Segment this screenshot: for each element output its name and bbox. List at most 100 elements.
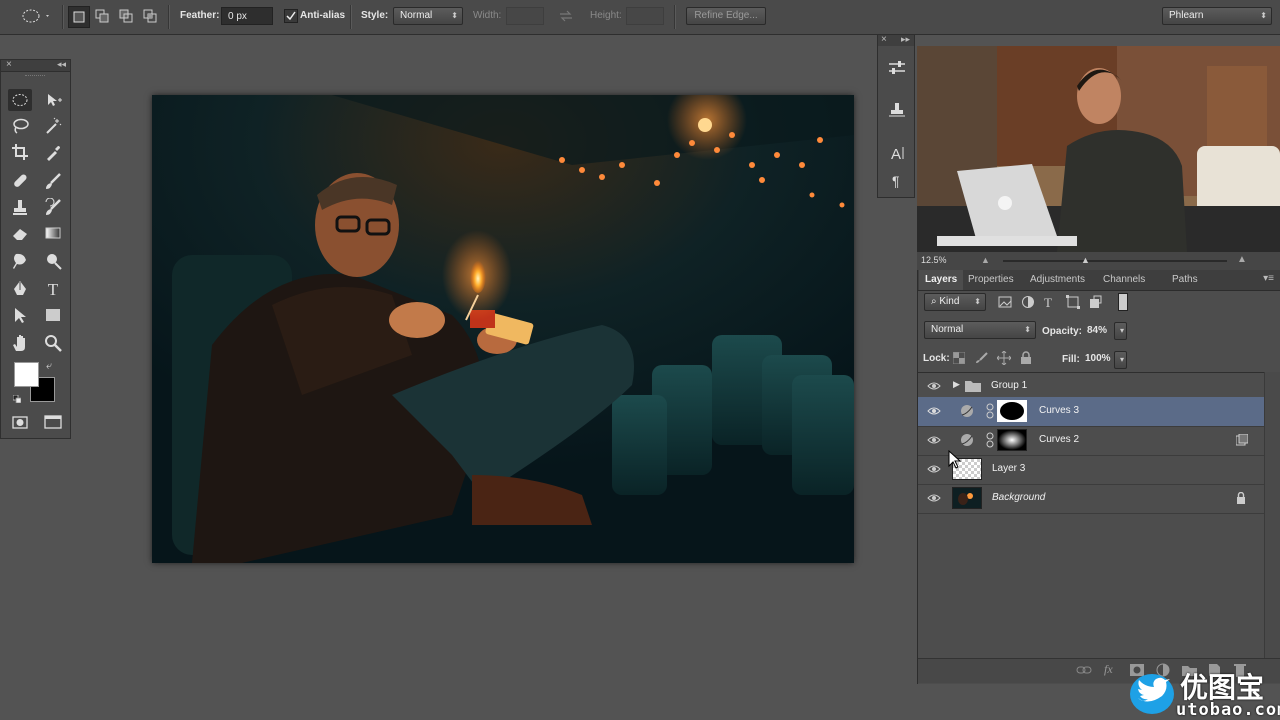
clone-source-panel-button[interactable] (886, 99, 908, 121)
zoom-tool[interactable] (41, 332, 65, 354)
hand-tool[interactable] (8, 332, 32, 354)
antialias-checkbox[interactable] (284, 9, 298, 23)
layer-name[interactable]: Group 1 (991, 380, 1027, 391)
disclosure-triangle-icon[interactable]: ▶ (953, 379, 960, 390)
type-tool[interactable]: T (41, 278, 65, 300)
zoom-level[interactable]: 12.5% (921, 255, 947, 265)
layer-row-curves-2[interactable]: Curves 2 (918, 426, 1264, 456)
visibility-eye-icon[interactable] (927, 492, 941, 504)
layer-thumbnail[interactable] (952, 487, 982, 509)
filter-toggle[interactable] (1118, 293, 1128, 311)
feather-input[interactable]: 0 px (221, 7, 273, 25)
eraser-tool[interactable] (8, 222, 32, 244)
tab-paths[interactable]: Paths (1166, 270, 1204, 290)
zoom-slider[interactable] (1003, 260, 1227, 262)
chain-link-icon[interactable] (986, 403, 994, 419)
collapse-icon[interactable]: ◂◂ (57, 59, 66, 70)
visibility-eye-icon[interactable] (927, 380, 941, 392)
character-panel-button[interactable]: A (886, 142, 908, 164)
layer-name[interactable]: Curves 3 (1039, 405, 1079, 416)
layer-row-background[interactable]: Background (918, 484, 1264, 514)
filter-type-icon[interactable]: T (1044, 295, 1052, 311)
lock-transparent-icon[interactable] (952, 351, 966, 365)
screen-mode-button[interactable] (41, 411, 65, 433)
document-canvas[interactable] (152, 95, 854, 563)
swap-colors-icon[interactable]: ⤶ (46, 360, 52, 373)
swap-dimensions-button[interactable] (556, 6, 576, 26)
style-select[interactable]: Normal ⬍ (393, 7, 463, 25)
tab-layers[interactable]: Layers (919, 270, 964, 290)
close-icon[interactable]: × (6, 59, 12, 70)
paragraph-panel-button[interactable]: ¶ (886, 170, 908, 192)
visibility-eye-icon[interactable] (927, 463, 941, 475)
intersect-selection-button[interactable] (140, 6, 160, 26)
clone-stamp-tool[interactable] (8, 196, 32, 218)
quick-mask-button[interactable] (8, 411, 32, 433)
lock-position-icon[interactable] (996, 350, 1012, 366)
visibility-eye-icon[interactable] (927, 434, 941, 446)
refine-edge-button[interactable]: Refine Edge... (686, 7, 766, 25)
magic-wand-tool[interactable] (41, 115, 65, 137)
height-input[interactable] (626, 7, 664, 25)
default-colors-icon[interactable] (12, 394, 22, 404)
opacity-slider-toggle[interactable]: ▾ (1114, 322, 1127, 340)
tools-panel-header[interactable]: × ◂◂ (1, 59, 70, 72)
fill-slider-toggle[interactable]: ▾ (1114, 351, 1127, 369)
rectangle-tool[interactable] (41, 304, 65, 326)
fx-icon[interactable]: fx (1104, 662, 1113, 677)
zoom-slider-handle[interactable]: ▲ (1081, 255, 1090, 265)
layer-name[interactable]: Background (992, 492, 1045, 503)
close-icon[interactable]: × (881, 34, 887, 45)
dock-header[interactable]: × ▸▸ (878, 34, 914, 46)
blend-mode-select[interactable]: Normal ⬍ (924, 321, 1036, 339)
visibility-eye-icon[interactable] (927, 405, 941, 417)
brush-tool[interactable] (41, 170, 65, 192)
move-tool[interactable] (41, 89, 65, 111)
lasso-tool[interactable] (8, 115, 32, 137)
workspace-select[interactable]: Phlearn ⬍ (1162, 7, 1272, 25)
width-input[interactable] (506, 7, 544, 25)
layer-name[interactable]: Curves 2 (1039, 434, 1079, 445)
filter-type-select[interactable]: ⌕ Kind ⬍ (924, 293, 986, 311)
path-selection-tool[interactable] (8, 304, 32, 326)
filter-shape-icon[interactable] (1066, 295, 1080, 309)
add-selection-button[interactable] (92, 6, 112, 26)
link-icon[interactable] (1076, 664, 1092, 676)
layer-mask-thumbnail[interactable] (997, 429, 1027, 451)
layer-row-curves-3[interactable]: Curves 3 (918, 397, 1264, 427)
crop-tool[interactable] (8, 141, 32, 163)
elliptical-marquee-tool[interactable] (8, 89, 32, 111)
lock-all-icon[interactable] (1020, 351, 1032, 365)
gradient-tool[interactable] (41, 222, 65, 244)
foreground-color-swatch[interactable] (14, 362, 39, 387)
subtract-selection-button[interactable] (116, 6, 136, 26)
filter-pixel-icon[interactable] (998, 296, 1012, 308)
tool-preset-picker[interactable] (18, 6, 52, 26)
pen-tool[interactable] (8, 278, 32, 300)
lock-image-icon[interactable] (975, 352, 989, 364)
adjustments-panel-button[interactable] (886, 57, 908, 79)
panel-menu-icon[interactable]: ▾≡ (1263, 273, 1274, 284)
layer-row-layer-3[interactable]: Layer 3 (918, 455, 1264, 485)
folder-icon (965, 381, 981, 392)
tab-adjustments[interactable]: Adjustments (1024, 270, 1091, 290)
dodge-tool[interactable] (41, 250, 65, 272)
fill-input[interactable]: 100% (1079, 350, 1119, 368)
smudge-tool[interactable] (8, 250, 32, 272)
zoom-in-icon[interactable]: ▲ (1237, 254, 1247, 265)
new-selection-button[interactable] (68, 6, 90, 28)
chain-link-icon[interactable] (986, 432, 994, 448)
tab-properties[interactable]: Properties (962, 270, 1020, 290)
filter-smart-object-icon[interactable] (1089, 295, 1103, 309)
history-brush-tool[interactable] (41, 196, 65, 218)
layer-mask-thumbnail[interactable] (997, 400, 1027, 422)
layers-scrollbar[interactable] (1264, 372, 1280, 658)
tab-channels[interactable]: Channels (1097, 270, 1151, 290)
filter-adjustment-icon[interactable] (1021, 295, 1035, 309)
healing-brush-tool[interactable] (8, 170, 32, 192)
expand-icon[interactable]: ▸▸ (901, 34, 910, 45)
grip-handle[interactable] (25, 75, 45, 78)
layer-name[interactable]: Layer 3 (992, 463, 1025, 474)
zoom-out-icon[interactable]: ▲ (981, 255, 990, 265)
eyedropper-tool[interactable] (41, 141, 65, 163)
